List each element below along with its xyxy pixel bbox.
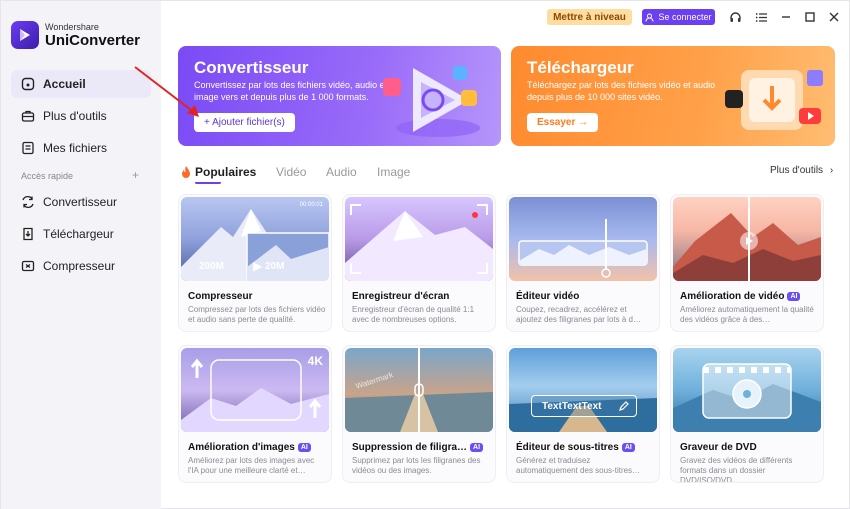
tool-card-compressor[interactable]: 00:00:01 200M ▶ 20M Compresseur Compress… [178, 194, 332, 332]
chevron-right-icon: › [829, 165, 834, 176]
ai-badge: AI [297, 443, 311, 452]
video-enhancer-thumbnail [673, 197, 821, 281]
compressor-thumbnail: 00:00:01 200M ▶ 20M [181, 197, 329, 281]
card-description: Coupez, recadrez, accélérez et ajoutez d… [516, 305, 641, 324]
maximize-icon[interactable] [802, 9, 818, 25]
try-downloader-button[interactable]: Essayer → [527, 113, 599, 132]
tab-video[interactable]: Vidéo [276, 165, 306, 179]
compressor-time: 00:00:01 [299, 202, 323, 208]
tab-audio[interactable]: Audio [326, 165, 357, 179]
annotation-arrow [134, 66, 199, 117]
tool-card-video-enhancer[interactable]: Amélioration de vidéo AI Améliorez automa… [670, 194, 824, 332]
more-tools-label: Plus d'outils [770, 165, 824, 176]
card-title: Compresseur [188, 291, 253, 302]
app-logo-icon [11, 21, 39, 49]
subtitle-editor-thumbnail: TextTextText [509, 348, 657, 432]
card-title: Amélioration d'images AI [188, 442, 311, 453]
card-title: Enregistreur d'écran [352, 291, 450, 302]
sidebar-item-home[interactable]: Accueil [11, 70, 151, 98]
converter-banner[interactable]: Convertisseur Convertissez par lots des … [178, 46, 501, 146]
downloader-illustration [721, 56, 831, 141]
card-title: Éditeur de sous-titres AI [516, 442, 635, 453]
headset-icon[interactable] [727, 9, 743, 25]
brand: Wondershare UniConverter [11, 21, 140, 49]
ai-badge: AI [621, 443, 635, 452]
sidebar-item-label: Mes fichiers [43, 141, 108, 155]
card-description: Gravez des vidéos de différents formats … [680, 456, 793, 483]
app-window: Wondershare UniConverter Accueil Plus d'… [0, 0, 850, 509]
converter-title: Convertisseur [194, 58, 309, 77]
video-editor-thumbnail [509, 197, 657, 281]
watermark-remover-thumbnail: Watermark [345, 348, 493, 432]
card-title: Éditeur vidéo [516, 291, 580, 302]
fire-icon [181, 165, 191, 183]
card-description: Supprimez par lots les filigranes des vi… [352, 456, 481, 475]
sidebar-item-label: Compresseur [43, 259, 116, 273]
converter-illustration [383, 54, 493, 144]
convert-icon [21, 195, 35, 209]
downloader-banner[interactable]: Téléchargeur Téléchargez par lots des fi… [511, 46, 835, 146]
tool-card-video-editor[interactable]: Éditeur vidéo Coupez, recadrez, accélére… [506, 194, 660, 332]
tool-card-image-enhancer[interactable]: 4K Amélioration d'images AI Améliorez par… [178, 345, 332, 483]
close-icon[interactable] [826, 9, 842, 25]
subtitle-box: TextTextText [531, 395, 637, 417]
user-icon [645, 13, 654, 22]
sidebar-item-my-files[interactable]: Mes fichiers [11, 134, 151, 162]
card-title: Amélioration de vidéo AI [680, 291, 801, 302]
pencil-icon [618, 399, 630, 417]
sidebar-item-label: Téléchargeur [43, 227, 114, 241]
toolbox-icon [21, 109, 35, 123]
compress-icon [21, 259, 35, 273]
downloader-title: Téléchargeur [527, 58, 634, 77]
sidebar-item-downloader[interactable]: Téléchargeur [11, 220, 151, 248]
card-description: Enregistreur d'écran de qualité 1:1 avec… [352, 305, 475, 324]
ai-badge: AI [787, 292, 801, 301]
home-icon [21, 77, 35, 91]
upgrade-button[interactable]: Mettre à niveau [547, 9, 632, 25]
converter-description: Convertissez par lots des fichiers vidéo… [194, 80, 388, 102]
card-title: Suppression de filigra… AI [352, 442, 484, 453]
sidebar-item-compressor[interactable]: Compresseur [11, 252, 151, 280]
card-description: Compressez par lots des fichiers vidéo e… [188, 305, 326, 324]
dvd-burner-thumbnail [673, 348, 821, 432]
minimize-icon[interactable] [778, 9, 794, 25]
tool-card-watermark-remover[interactable]: Watermark Suppression de filigra… AI Supp… [342, 345, 496, 483]
card-description: Générez et traduisez automatiquement des… [516, 456, 641, 475]
tool-card-dvd-burner[interactable]: Graveur de DVD Gravez des vidéos de diff… [670, 345, 824, 483]
downloader-description: Téléchargez par lots des fichiers vidéo … [527, 80, 716, 102]
card-description: Améliorez par lots des images avec l'IA … [188, 456, 315, 475]
screen-recorder-thumbnail [345, 197, 493, 281]
more-tools-link[interactable]: Plus d'outils › [770, 165, 833, 176]
brand-company: Wondershare [45, 21, 99, 32]
sidebar-item-label: Convertisseur [43, 195, 118, 209]
sidebar-item-converter[interactable]: Convertisseur [11, 188, 151, 216]
compressor-size-before: 200M [199, 261, 225, 272]
arrow-right-icon: ▶ [253, 259, 263, 273]
login-label: Se connecter [658, 12, 712, 22]
sidebar-item-more-tools[interactable]: Plus d'outils [11, 102, 151, 130]
4k-badge: 4K [307, 354, 323, 368]
compressor-size-after: 20M [265, 261, 285, 272]
files-icon [21, 141, 35, 155]
tool-card-subtitle-editor[interactable]: TextTextText Éditeur de sous-titres AI Gé… [506, 345, 660, 483]
tab-popular[interactable]: Populaires [195, 165, 256, 179]
login-button[interactable]: Se connecter [642, 9, 715, 25]
active-tab-indicator [195, 181, 221, 184]
quick-access-label: Accès rapide [21, 171, 74, 181]
card-description: Améliorez automatiquement la qualité des… [680, 305, 814, 324]
sidebar-item-label: Plus d'outils [43, 109, 107, 123]
ai-badge: AI [470, 443, 484, 452]
sidebar-item-label: Accueil [43, 77, 86, 91]
add-quick-access-icon[interactable]: + [132, 168, 139, 182]
download-icon [21, 227, 35, 241]
brand-product: UniConverter [45, 31, 141, 49]
image-enhancer-thumbnail: 4K [181, 348, 329, 432]
card-title: Graveur de DVD [680, 442, 757, 453]
tool-card-screen-recorder[interactable]: Enregistreur d'écran Enregistreur d'écra… [342, 194, 496, 332]
tab-image[interactable]: Image [377, 165, 410, 179]
subtitle-sample-text: TextTextText [542, 400, 602, 412]
menu-icon[interactable] [753, 9, 769, 25]
